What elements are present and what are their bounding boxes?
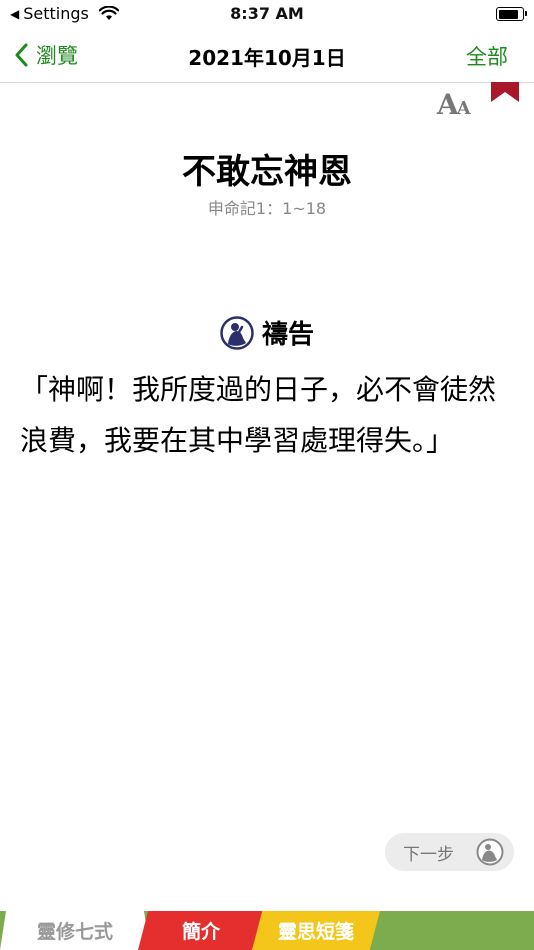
tab-seven-devotions[interactable]: 靈修七式 [0, 911, 150, 950]
back-button[interactable]: 瀏覽 [14, 40, 78, 70]
navigation-bar: 瀏覽 2021年10月1日 全部 [0, 28, 534, 83]
status-bar: ◀ Settings 8:37 AM [0, 0, 534, 28]
prayer-text: 「神啊！我所度過的日子，必不會徒然浪費，我要在其中學習處理得失。」 [20, 373, 497, 457]
tab-introduction-label: 簡介 [181, 921, 220, 943]
status-time: 8:37 AM [230, 4, 304, 23]
battery-fill [498, 9, 519, 19]
font-size-icon[interactable]: AA [437, 88, 471, 121]
all-button[interactable]: 全部 [466, 41, 508, 71]
back-button-label: 瀏覽 [36, 44, 78, 68]
font-size-large-letter: A [437, 88, 459, 121]
font-size-small-letter: A [456, 98, 471, 119]
praying-person-icon [220, 315, 254, 350]
section-heading: 禱告 [0, 314, 534, 351]
section-heading-label: 禱告 [261, 320, 314, 350]
tab-reflection-notes-label: 靈思短箋 [277, 921, 354, 943]
chevron-left-icon [15, 43, 28, 67]
page-date-title: 2021年10月1日 [188, 46, 346, 70]
tab-reflection-notes[interactable]: 靈思短箋 [252, 911, 380, 950]
scripture-reference: 申命記1：1~18 [207, 199, 327, 218]
tab-introduction[interactable]: 簡介 [138, 911, 264, 950]
bottom-tab-bar: 靈修七式 簡介 靈思短箋 [0, 911, 534, 950]
article-title: 不敢忘神恩 [182, 152, 352, 192]
next-step-label: 下一步 [403, 844, 454, 865]
bookmark-icon[interactable] [490, 82, 520, 104]
tab-seven-devotions-label: 靈修七式 [36, 921, 113, 943]
next-step-button[interactable]: 下一步 [385, 833, 514, 871]
battery-icon [496, 7, 527, 21]
next-step-icon [476, 838, 504, 866]
